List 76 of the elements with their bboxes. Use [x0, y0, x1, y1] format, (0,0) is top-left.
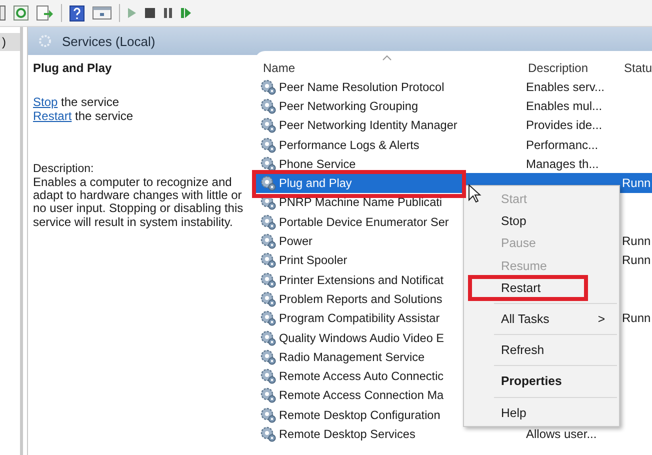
resume-icon[interactable] — [180, 7, 192, 19]
service-name[interactable]: Print Spooler — [279, 253, 348, 268]
service-gear-icon — [260, 272, 276, 288]
service-gear-icon — [260, 98, 276, 114]
service-name[interactable]: Quality Windows Audio Video E — [279, 330, 444, 344]
service-status: Runn — [621, 234, 651, 248]
service-name[interactable]: Remote Desktop Configuration — [279, 408, 440, 422]
service-gear-icon — [260, 252, 276, 268]
service-name[interactable]: PNRP Machine Name Publicati — [279, 195, 442, 210]
service-status: Runn — [621, 253, 651, 268]
service-name[interactable]: Program Compatibility Assistar — [279, 311, 440, 326]
description-label: Description: — [33, 163, 95, 176]
service-description: Provides ide... — [525, 118, 602, 132]
service-name[interactable]: Radio Management Service — [279, 350, 425, 364]
menu-item[interactable]: Properties — [464, 370, 619, 392]
menu-item[interactable]: Refresh — [464, 339, 619, 362]
service-description: Performanc... — [525, 138, 598, 152]
refresh-icon[interactable] — [13, 5, 29, 21]
action-link[interactable]: Restart — [33, 109, 72, 123]
service-description: Allows user... — [525, 426, 597, 441]
service-name[interactable]: Remote Access Connection Ma — [279, 388, 444, 402]
service-name[interactable]: Problem Reports and Solutions — [279, 292, 442, 306]
pause-icon[interactable] — [163, 7, 173, 19]
service-description: Manages th... — [525, 156, 599, 171]
service-name[interactable]: Remote Access Auto Connectic — [279, 369, 444, 384]
service-name[interactable]: Peer Networking Identity Manager — [279, 118, 458, 132]
service-gear-icon — [260, 406, 276, 423]
service-gear-icon — [260, 175, 276, 192]
services-gear-icon — [38, 34, 52, 48]
service-gear-icon — [260, 117, 276, 134]
help-icon[interactable] — [69, 4, 85, 22]
service-name[interactable]: Peer Networking Grouping — [279, 98, 418, 113]
column-header[interactable]: Statu — [616, 61, 652, 75]
service-name[interactable]: Remote Desktop Services — [279, 426, 416, 441]
action-link[interactable]: Stop — [33, 95, 58, 109]
service-status: Runn — [621, 311, 651, 326]
submenu-arrow: > — [598, 312, 605, 326]
service-name[interactable]: Printer Extensions and Notificat — [279, 272, 444, 287]
service-gear-icon — [260, 233, 276, 250]
service-description: Enables serv... — [525, 80, 604, 94]
tree-item[interactable]: ) — [0, 33, 20, 51]
menu-item[interactable]: Stop — [464, 210, 619, 232]
service-gear-icon — [260, 330, 276, 346]
service-name[interactable]: Peer Name Resolution Protocol — [279, 80, 444, 94]
console-tree-icon[interactable] — [0, 5, 6, 21]
panel-title: Services (Local) — [62, 34, 156, 48]
service-name[interactable]: Phone Service — [279, 156, 356, 171]
column-header[interactable]: Name — [255, 61, 520, 75]
service-gear-icon — [260, 290, 276, 307]
service-gear-icon — [260, 136, 276, 153]
service-gear-icon — [260, 78, 276, 95]
service-gear-icon — [260, 214, 276, 230]
service-title: Plug and Play — [33, 61, 113, 75]
service-name[interactable]: Portable Device Enumerator Ser — [279, 214, 449, 229]
export-list-icon[interactable] — [36, 5, 54, 21]
service-gear-icon — [260, 368, 276, 384]
service-name[interactable]: Performance Logs & Alerts — [279, 138, 420, 152]
service-gear-icon — [260, 156, 276, 172]
menu-item[interactable]: Help — [464, 402, 619, 424]
console-window-icon[interactable] — [92, 5, 112, 21]
service-description: Enables mul... — [525, 98, 602, 113]
service-gear-icon — [260, 387, 276, 404]
service-gear-icon — [260, 426, 276, 442]
service-action-text: Restart the service — [33, 109, 134, 123]
menu-item[interactable]: All Tasks > — [464, 308, 619, 330]
service-gear-icon — [260, 310, 276, 326]
stop-icon[interactable] — [144, 7, 156, 19]
column-header[interactable]: Description — [520, 61, 616, 75]
service-status: Runn — [621, 176, 651, 190]
description-text: Enables a computer to recognize and adapt to hardware changes with little or no user input. Stopping or disabling this service will result in system instability. — [33, 176, 244, 229]
service-gear-icon — [260, 348, 276, 365]
menu-item[interactable]: Restart — [464, 276, 619, 299]
service-name[interactable]: Plug and Play — [279, 176, 352, 190]
pointer-icon — [468, 184, 482, 204]
service-name[interactable]: Power — [279, 234, 312, 248]
service-action-text: Stop the service — [33, 95, 120, 109]
